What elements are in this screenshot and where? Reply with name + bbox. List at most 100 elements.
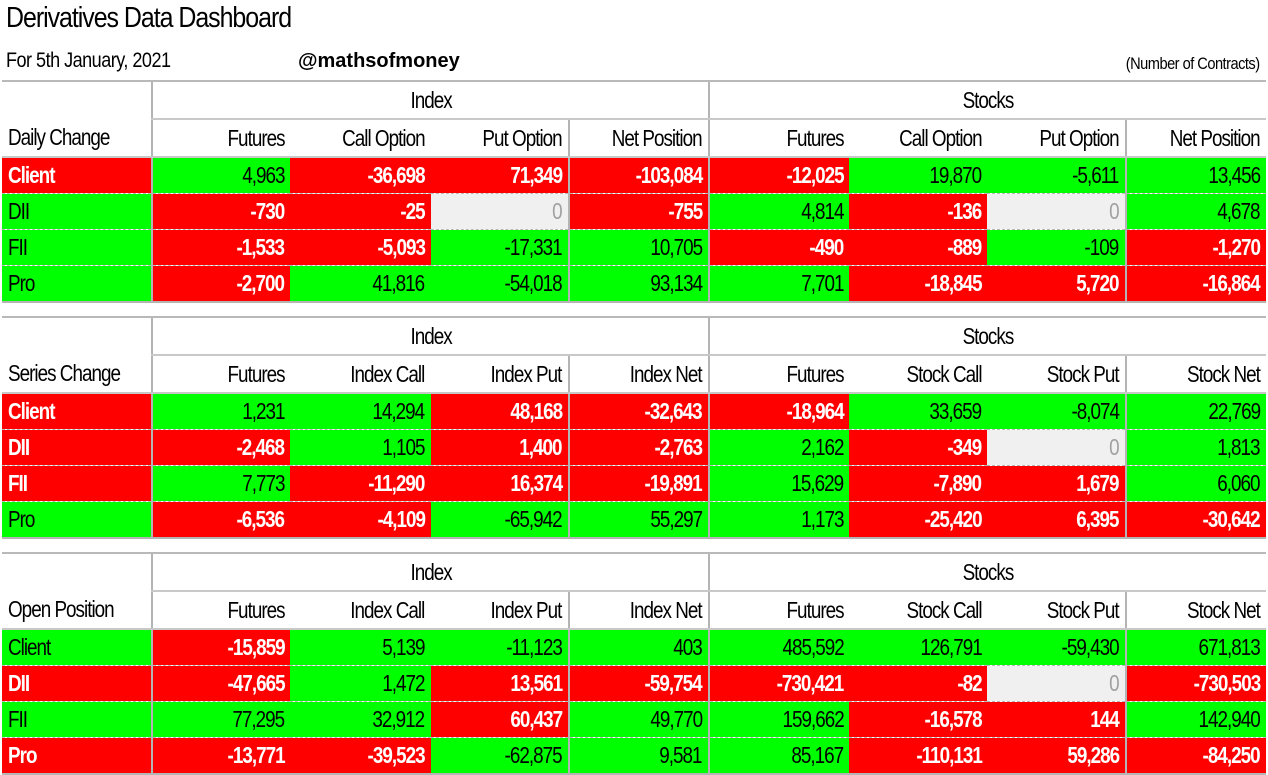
value-cell-text: -62,875 — [504, 742, 563, 768]
row-label-text: Pro — [8, 270, 35, 296]
value-cell-text: 1,679 — [1076, 470, 1119, 496]
value-cell-text: -16,864 — [1202, 270, 1261, 296]
value-cell-text: 71,349 — [510, 162, 563, 188]
column-header-futures: Futures — [708, 355, 850, 394]
value-cell-text: -17,331 — [504, 234, 563, 260]
value-cell-text: -730,503 — [1193, 670, 1261, 696]
value-cell: -7,890 — [849, 465, 988, 502]
value-cell-text: -2,763 — [654, 434, 703, 460]
value-cell-text: -6,536 — [236, 506, 286, 532]
row-label-text: DII — [8, 670, 30, 696]
row-label: DII — [2, 665, 153, 702]
value-cell: 485,592 — [708, 629, 850, 666]
row-label-text: Client — [8, 162, 55, 188]
value-cell: 55,297 — [567, 501, 710, 539]
value-cell-text: 4,963 — [242, 162, 285, 188]
value-cell: 22,769 — [1124, 393, 1266, 430]
row-label: FII — [2, 701, 153, 738]
value-cell-text: 7,773 — [242, 470, 285, 496]
value-cell: -11,290 — [290, 465, 431, 502]
value-cell: 10,705 — [567, 229, 710, 266]
group-header-index: Index — [151, 80, 710, 120]
value-cell-text: 48,168 — [510, 398, 563, 424]
value-cell-text: -25 — [400, 198, 425, 224]
value-cell: -16,864 — [1124, 265, 1266, 303]
value-cell: -110,131 — [849, 737, 988, 775]
table-row-dii: DII -2,468 1,105 1,400 -2,763 2,162 -349 0 1,813 — [2, 429, 1266, 466]
column-header-index-net-text: Index Net — [630, 596, 703, 623]
column-header-net-position-text: Net Position — [1170, 124, 1261, 151]
table-row-fii: FII 7,773 -11,290 16,374 -19,891 15,629 -7,890… — [2, 465, 1266, 502]
value-cell-text: 33,659 — [929, 398, 983, 424]
value-cell: -1,533 — [151, 229, 291, 266]
column-header-put-option-text: Put Option — [482, 124, 563, 151]
group-header-row: Index Stocks — [2, 552, 1266, 592]
column-header-put-option-text: Put Option — [1039, 124, 1119, 151]
row-label-text: FII — [8, 706, 28, 732]
column-header-call-option-text: Call Option — [342, 124, 425, 151]
value-cell: -19,891 — [567, 465, 710, 502]
value-cell-text: 4,814 — [800, 198, 844, 224]
value-cell: 49,770 — [567, 701, 710, 738]
column-header-index-put-text: Index Put — [490, 596, 563, 623]
column-header-stock-call-text: Stock Call — [906, 360, 982, 387]
corner-cell — [2, 316, 153, 355]
value-cell: -15,859 — [151, 629, 291, 666]
value-cell: 126,791 — [849, 629, 988, 666]
column-header-stock-net: Stock Net — [1124, 591, 1266, 630]
column-header-futures: Futures — [708, 119, 850, 158]
value-cell: 4,678 — [1124, 193, 1266, 230]
row-label: FII — [2, 465, 153, 502]
group-header-index: Index — [151, 552, 710, 592]
value-cell: -5,611 — [987, 157, 1126, 194]
value-cell: 1,400 — [430, 429, 569, 466]
value-cell: 142,940 — [1124, 701, 1266, 738]
value-cell-text: 159,662 — [781, 706, 844, 732]
value-cell-text: 0 — [1109, 198, 1119, 224]
value-cell-text: 126,791 — [920, 634, 982, 660]
row-label-text: Pro — [8, 742, 37, 768]
value-cell-text: -59,430 — [1061, 634, 1120, 660]
value-cell-text: -30,642 — [1202, 506, 1261, 532]
table-row-dii: DII -730 -25 0 -755 4,814 -136 0 4,678 — [2, 193, 1266, 230]
group-header-stocks-text: Stocks — [962, 558, 1015, 585]
value-cell-text: -18,964 — [786, 398, 844, 424]
column-header-stock-call-text: Stock Call — [906, 596, 982, 623]
value-cell: 671,813 — [1124, 629, 1266, 666]
column-header-futures-text: Futures — [786, 124, 844, 151]
column-header-row: Series Change Futures Index Call Index Put I… — [2, 355, 1266, 394]
value-cell: -65,942 — [430, 501, 569, 539]
table-row-fii: FII 77,295 32,912 60,437 49,770 159,662 -16,57… — [2, 701, 1266, 738]
group-header-row: Index Stocks — [2, 316, 1266, 356]
table-row-client: Client 4,963 -36,698 71,349 -103,084 -12,025 1… — [2, 157, 1266, 194]
row-label: Client — [2, 157, 153, 194]
row-label: Pro — [2, 737, 153, 775]
value-cell: -84,250 — [1124, 737, 1266, 775]
value-cell-text: -4,109 — [377, 506, 426, 532]
table-title-text: Daily Change — [8, 124, 110, 150]
table-title-text: Open Position — [8, 596, 115, 622]
column-header-net-position-text: Net Position — [612, 124, 703, 151]
row-label: Pro — [2, 501, 153, 539]
value-cell-text: 59,286 — [1066, 742, 1120, 768]
value-cell: 4,814 — [708, 193, 850, 230]
value-cell: -349 — [849, 429, 988, 466]
value-cell: 144 — [987, 701, 1126, 738]
value-cell: -36,698 — [290, 157, 431, 194]
column-header-stock-put-text: Stock Put — [1046, 360, 1120, 387]
column-header-futures: Futures — [151, 591, 291, 630]
value-cell: 77,295 — [151, 701, 291, 738]
value-cell: -5,093 — [290, 229, 431, 266]
value-cell-text: -11,290 — [368, 470, 426, 496]
value-cell-text: -82 — [957, 670, 982, 696]
value-cell-text: 1,105 — [382, 434, 425, 460]
value-cell-text: -2,700 — [236, 270, 286, 296]
row-label: DII — [2, 429, 153, 466]
value-cell: -18,845 — [849, 265, 988, 303]
value-cell: -490 — [708, 229, 850, 266]
value-cell-text: 55,297 — [650, 506, 703, 532]
value-cell: -13,771 — [151, 737, 291, 775]
column-header-stock-net-text: Stock Net — [1187, 596, 1261, 623]
column-header-index-call: Index Call — [290, 591, 431, 630]
value-cell: -39,523 — [290, 737, 431, 775]
